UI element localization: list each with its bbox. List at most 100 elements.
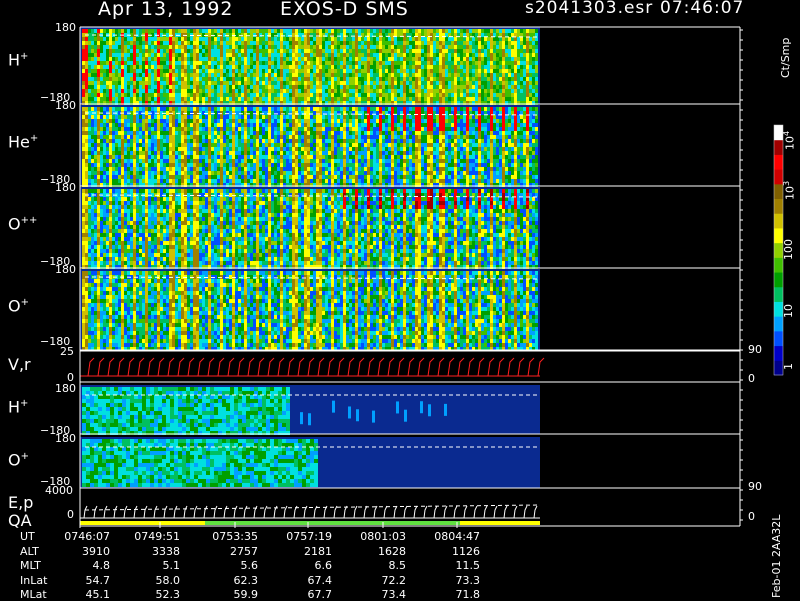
heatmap-cell: [349, 85, 352, 89]
heatmap-cell: [235, 179, 238, 183]
heatmap-cell: [175, 179, 178, 183]
heatmap-cell: [97, 135, 100, 139]
heatmap-cell: [370, 65, 373, 69]
heatmap-cell: [112, 93, 115, 97]
heatmap-cell: [100, 89, 103, 93]
heatmap-cell: [373, 29, 376, 33]
heatmap-cell: [283, 73, 286, 77]
heatmap-cell: [415, 85, 418, 89]
heatmap-cell: [154, 163, 157, 167]
heatmap-cell: [355, 179, 358, 183]
heatmap-cell: [184, 81, 187, 85]
heatmap-cell: [442, 57, 445, 61]
heatmap-cell: [427, 73, 430, 77]
heatmap-cell: [283, 163, 286, 167]
heatmap-cell: [127, 69, 130, 73]
heatmap-cell: [205, 81, 208, 85]
heatmap-cell: [316, 57, 319, 61]
heatmap-cell: [229, 69, 232, 73]
heatmap-cell: [253, 127, 256, 131]
heatmap-cell: [118, 29, 121, 33]
heatmap-cell: [307, 115, 310, 119]
heatmap-cell: [385, 49, 388, 53]
heatmap-cell: [232, 111, 235, 115]
heatmap-cell: [277, 143, 280, 147]
heatmap-cell: [199, 163, 202, 167]
heatmap-cell: [94, 53, 97, 57]
heatmap-cell: [214, 33, 217, 37]
heatmap-cell: [499, 41, 502, 45]
heatmap-cell: [298, 167, 301, 171]
heatmap-cell: [481, 37, 484, 41]
heatmap-cell: [406, 57, 409, 61]
heatmap-cell: [265, 49, 268, 53]
heatmap-cell: [430, 41, 433, 45]
heatmap-cell: [526, 57, 529, 61]
heatmap-cell: [175, 119, 178, 123]
heatmap-cell: [262, 151, 265, 155]
heatmap-cell: [391, 81, 394, 85]
heatmap-cell: [223, 33, 226, 37]
heatmap-cell: [343, 131, 346, 135]
heatmap-cell: [286, 155, 289, 159]
heatmap-cell: [319, 41, 322, 45]
heatmap-cell: [136, 61, 139, 65]
heatmap-cell: [190, 53, 193, 57]
heatmap-cell: [493, 61, 496, 65]
heatmap-cell: [349, 107, 352, 111]
heatmap-cell: [388, 89, 391, 93]
heatmap-cell: [100, 29, 103, 33]
heatmap-cell: [190, 65, 193, 69]
heatmap-cell: [358, 171, 361, 175]
heatmap-cell: [271, 151, 274, 155]
heatmap-cell: [343, 159, 346, 163]
heatmap-cell: [367, 179, 370, 183]
heatmap-cell: [358, 69, 361, 73]
heatmap-cell: [319, 81, 322, 85]
heatmap-cell: [310, 49, 313, 53]
heatmap-cell: [340, 61, 343, 65]
heatmap-cell: [229, 179, 232, 183]
heatmap-cell: [100, 53, 103, 57]
heatmap-cell: [223, 77, 226, 81]
heatmap-cell: [295, 147, 298, 151]
heatmap-cell: [280, 119, 283, 123]
heatmap-cell: [127, 65, 130, 69]
heatmap-cell: [127, 119, 130, 123]
heatmap-cell: [325, 45, 328, 49]
heatmap-cell: [136, 147, 139, 151]
heatmap-cell: [343, 123, 346, 127]
heatmap-cell: [169, 163, 172, 167]
heatmap-cell: [82, 29, 85, 33]
heatmap-cell: [247, 143, 250, 147]
heatmap-cell: [370, 175, 373, 179]
heatmap-cell: [292, 77, 295, 81]
heatmap-cell: [388, 155, 391, 159]
heatmap-cell: [412, 53, 415, 57]
heatmap-cell: [91, 123, 94, 127]
heatmap-cell: [151, 85, 154, 89]
heatmap-cell: [415, 49, 418, 53]
heatmap-cell: [271, 175, 274, 179]
heatmap-cell: [115, 61, 118, 65]
heatmap-cell: [190, 155, 193, 159]
heatmap-cell: [136, 127, 139, 131]
heatmap-cell: [133, 81, 136, 85]
heatmap-cell: [253, 175, 256, 179]
heatmap-cell: [238, 49, 241, 53]
heatmap-cell: [337, 167, 340, 171]
heatmap-cell: [451, 61, 454, 65]
heatmap-cell: [88, 45, 91, 49]
heatmap-cell: [274, 53, 277, 57]
heatmap-cell: [214, 41, 217, 45]
heatmap-cell: [148, 147, 151, 151]
heatmap-cell: [271, 53, 274, 57]
heatmap-cell: [193, 171, 196, 175]
heatmap-cell: [139, 77, 142, 81]
heatmap-cell: [457, 65, 460, 69]
heatmap-cell: [268, 49, 271, 53]
heatmap-cell: [343, 97, 346, 101]
heatmap-cell: [127, 41, 130, 45]
heatmap-cell: [514, 85, 517, 89]
heatmap-cell: [391, 119, 394, 123]
